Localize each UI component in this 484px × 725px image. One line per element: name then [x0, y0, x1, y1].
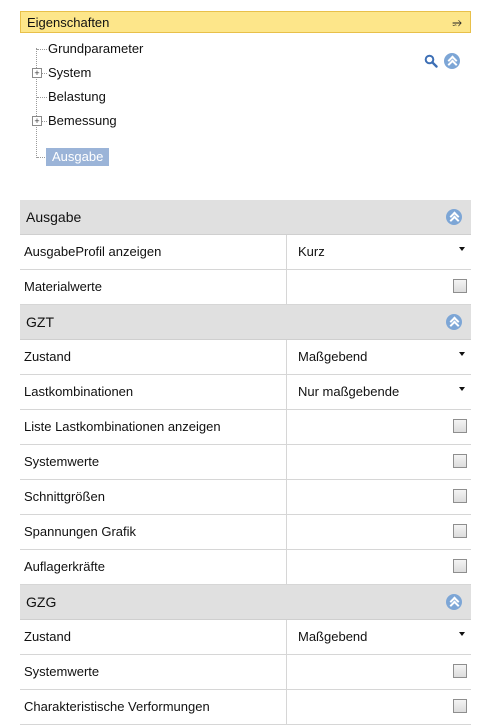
tree-toolbar [424, 52, 460, 70]
property-value-dropdown[interactable]: Maßgebend [288, 620, 471, 654]
panel-title: Eigenschaften [27, 15, 110, 30]
dropdown-arrow-icon[interactable] [459, 352, 465, 356]
tree-item-belastung[interactable]: Belastung [48, 88, 106, 106]
dropdown-arrow-icon[interactable] [459, 387, 465, 391]
property-value-checkbox-cell [288, 480, 471, 514]
collapse-section-icon[interactable] [446, 314, 462, 330]
property-name: Lastkombinationen [20, 375, 287, 409]
dropdown-arrow-icon[interactable] [459, 247, 465, 251]
property-row: Liste Lastkombinationen anzeigen [20, 410, 471, 445]
tree-item-system[interactable]: System [48, 64, 91, 82]
category-tree: Grundparameter + System Belastung + Beme… [24, 40, 324, 180]
checkbox[interactable] [453, 524, 467, 538]
property-name: Systemwerte [20, 445, 287, 479]
checkbox[interactable] [453, 559, 467, 573]
checkbox[interactable] [453, 664, 467, 678]
property-name: Zustand [20, 340, 287, 374]
property-row: AusgabeProfil anzeigen Kurz [20, 235, 471, 270]
property-name: Auflagerkräfte [20, 550, 287, 584]
property-row: Systemwerte [20, 655, 471, 690]
tree-connector [37, 49, 47, 50]
dropdown-value: Maßgebend [298, 349, 368, 364]
property-name: Liste Lastkombinationen anzeigen [20, 410, 287, 444]
property-row: Zustand Maßgebend [20, 340, 471, 375]
checkbox[interactable] [453, 419, 467, 433]
property-value-checkbox-cell [288, 410, 471, 444]
search-icon[interactable] [424, 54, 438, 68]
property-row: Schnittgrößen [20, 480, 471, 515]
property-value-checkbox-cell [288, 270, 471, 304]
property-name: Schnittgrößen [20, 480, 287, 514]
expand-bemessung-icon[interactable]: + [32, 116, 42, 126]
properties-title-bar: Eigenschaften ⭌ [20, 11, 471, 33]
collapse-all-icon[interactable] [444, 53, 460, 69]
collapse-section-icon[interactable] [446, 209, 462, 225]
property-value-dropdown[interactable]: Nur maßgebende [288, 375, 471, 409]
property-row: Zustand Maßgebend [20, 620, 471, 655]
property-name: Zustand [20, 620, 287, 654]
pin-icon[interactable]: ⭌ [452, 15, 462, 30]
property-row: Systemwerte [20, 445, 471, 480]
collapse-section-icon[interactable] [446, 594, 462, 610]
section-title: GZG [26, 594, 57, 610]
tree-item-grundparameter[interactable]: Grundparameter [48, 40, 143, 58]
tree-connector [37, 97, 47, 98]
section-header-ausgabe[interactable]: Ausgabe [20, 200, 471, 235]
tree-item-ausgabe[interactable]: Ausgabe [46, 148, 110, 166]
dropdown-arrow-icon[interactable] [459, 632, 465, 636]
property-grid: Ausgabe AusgabeProfil anzeigen Kurz Mate… [20, 200, 471, 725]
property-name: Materialwerte [20, 270, 287, 304]
checkbox[interactable] [453, 699, 467, 713]
property-value-checkbox-cell [288, 690, 471, 724]
dropdown-value: Nur maßgebende [298, 384, 400, 399]
property-name: Systemwerte [20, 655, 287, 689]
property-row: Lastkombinationen Nur maßgebende [20, 375, 471, 410]
property-row: Charakteristische Verformungen [20, 690, 471, 725]
property-name: AusgabeProfil anzeigen [20, 235, 287, 269]
property-row: Spannungen Grafik [20, 515, 471, 550]
property-name: Charakteristische Verformungen [20, 690, 287, 724]
property-value-dropdown[interactable]: Maßgebend [288, 340, 471, 374]
section-header-gzg[interactable]: GZG [20, 585, 471, 620]
dropdown-value: Kurz [298, 244, 325, 259]
dropdown-value: Maßgebend [298, 629, 368, 644]
property-name: Spannungen Grafik [20, 515, 287, 549]
property-value-dropdown[interactable]: Kurz [288, 235, 471, 269]
expand-system-icon[interactable]: + [32, 68, 42, 78]
section-title: Ausgabe [26, 209, 82, 225]
checkbox[interactable] [453, 454, 467, 468]
tree-guide-line [36, 48, 37, 158]
property-value-checkbox-cell [288, 515, 471, 549]
property-value-checkbox-cell [288, 550, 471, 584]
property-value-checkbox-cell [288, 445, 471, 479]
property-value-checkbox-cell [288, 655, 471, 689]
tree-item-bemessung[interactable]: Bemessung [48, 112, 117, 130]
checkbox[interactable] [453, 489, 467, 503]
section-header-gzt[interactable]: GZT [20, 305, 471, 340]
property-row: Auflagerkräfte [20, 550, 471, 585]
section-title: GZT [26, 314, 54, 330]
property-row: Materialwerte [20, 270, 471, 305]
checkbox[interactable] [453, 279, 467, 293]
